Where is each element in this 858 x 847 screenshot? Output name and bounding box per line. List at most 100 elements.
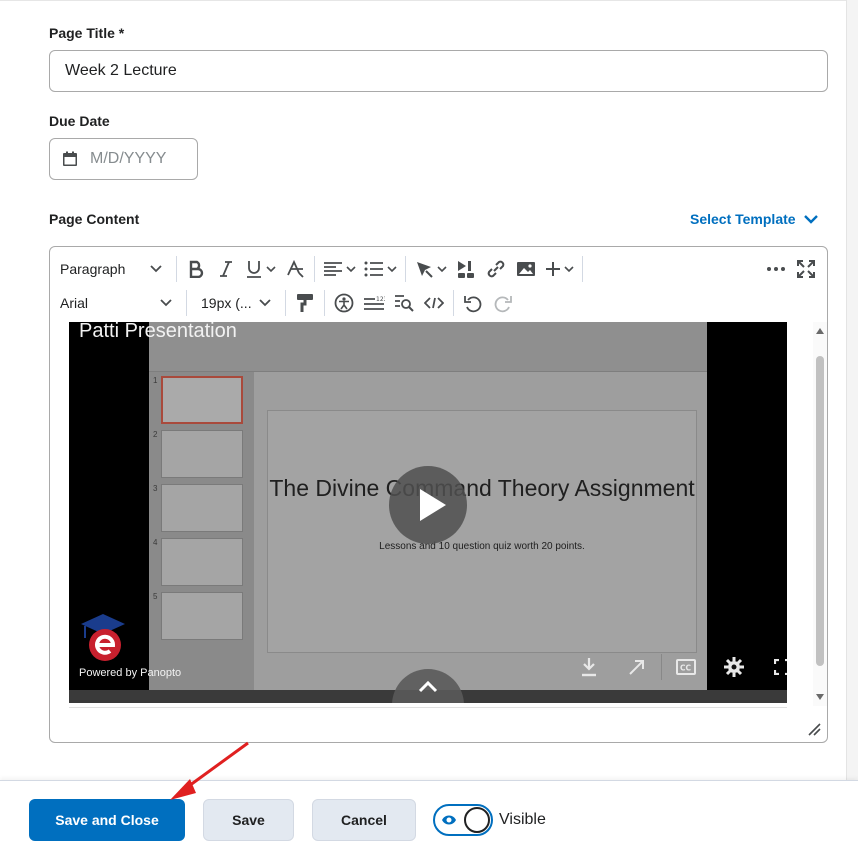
content-divider — [69, 707, 787, 708]
video-controls: CC — [565, 654, 787, 680]
italic-icon — [220, 261, 232, 277]
thumb-number: 3 — [153, 484, 158, 493]
fullscreen-button[interactable] — [791, 254, 821, 284]
italic-button[interactable] — [211, 254, 241, 284]
list-button[interactable] — [360, 254, 401, 284]
thumb-number: 2 — [153, 430, 158, 439]
select-template-button[interactable]: Select Template — [690, 211, 818, 227]
chevron-down-icon — [150, 265, 162, 273]
link-icon — [487, 260, 505, 278]
scroll-up-arrow[interactable] — [816, 328, 824, 334]
slide-thumbnails: 1 2 3 4 5 — [149, 372, 254, 703]
thumb-number: 5 — [153, 592, 158, 601]
image-button[interactable] — [511, 254, 541, 284]
select-template-label: Select Template — [690, 211, 796, 227]
align-left-icon — [324, 262, 342, 276]
link-button[interactable] — [481, 254, 511, 284]
format-block-value: Paragraph — [60, 261, 126, 277]
highlighter-icon — [417, 262, 433, 278]
find-replace-icon — [395, 295, 414, 312]
underline-icon — [247, 261, 261, 278]
chevron-down-icon — [266, 265, 276, 272]
font-size-value: 19px (... — [201, 295, 252, 311]
page-title-input[interactable]: Week 2 Lecture — [49, 50, 828, 92]
download-icon — [582, 658, 596, 677]
captions-icon: CC — [676, 659, 696, 675]
accessibility-icon — [334, 293, 354, 313]
svg-text:CC: CC — [680, 664, 692, 673]
bold-icon — [189, 260, 204, 278]
video-fullscreen-button[interactable] — [758, 654, 787, 680]
page-content-label: Page Content — [49, 211, 140, 227]
visible-label: Visible — [499, 811, 546, 828]
font-family-select[interactable]: Arial — [50, 288, 182, 318]
chevron-up-icon — [418, 681, 438, 693]
panopto-e-logo — [81, 614, 125, 661]
chevron-down-icon — [803, 215, 818, 224]
visibility-toggle[interactable] — [433, 804, 493, 836]
plus-icon — [546, 262, 560, 276]
format-painter-button[interactable] — [290, 288, 320, 318]
due-date-label: Due Date — [49, 113, 110, 129]
slide-thumbnail — [161, 484, 243, 532]
more-button[interactable] — [761, 254, 791, 284]
text-format-button[interactable] — [280, 254, 310, 284]
slide-thumbnail — [161, 376, 243, 424]
redo-button[interactable] — [488, 288, 518, 318]
paint-format-icon — [297, 294, 313, 312]
slide-thumbnail — [161, 592, 243, 640]
scroll-thumb[interactable] — [816, 356, 824, 666]
underline-button[interactable] — [241, 254, 280, 284]
slide-title: The Divine Command Theory Assignment — [269, 475, 695, 501]
bold-button[interactable] — [181, 254, 211, 284]
cancel-button[interactable]: Cancel — [312, 799, 416, 841]
fullscreen-icon — [797, 260, 815, 278]
settings-button[interactable] — [710, 654, 758, 680]
save-and-close-button[interactable]: Save and Close — [29, 799, 185, 841]
due-date-input[interactable]: M/D/YYYY — [49, 138, 198, 180]
open-external-button[interactable] — [613, 654, 661, 680]
scroll-down-arrow[interactable] — [816, 694, 824, 700]
editor-scrollbar[interactable] — [813, 322, 827, 706]
panopto-video-embed[interactable]: 1 2 3 4 5 The Divine Command Theory Assi… — [69, 322, 787, 703]
page-title-label: Page Title * — [49, 25, 125, 41]
captions-button[interactable]: CC — [662, 654, 710, 680]
toggle-knob — [464, 807, 490, 833]
chevron-down-icon — [437, 265, 447, 272]
redo-icon — [494, 296, 512, 313]
chevron-down-icon — [259, 299, 271, 307]
toolbar-separator — [324, 290, 325, 316]
download-button[interactable] — [565, 654, 613, 680]
word-count-button[interactable]: 123 — [359, 288, 389, 318]
toolbar-separator — [314, 256, 315, 282]
page-scrollbar[interactable] — [846, 0, 858, 780]
svg-text:123: 123 — [376, 296, 385, 303]
chevron-down-icon — [160, 299, 172, 307]
word-count-icon: 123 — [364, 296, 385, 310]
chevron-down-icon — [564, 265, 574, 272]
source-code-icon — [424, 297, 444, 309]
video-title: Patti Presentation — [79, 322, 237, 342]
find-replace-button[interactable] — [389, 288, 419, 318]
insert-stuff-button[interactable] — [410, 254, 451, 284]
undo-button[interactable] — [458, 288, 488, 318]
format-block-select[interactable]: Paragraph — [50, 254, 172, 284]
more-icon — [767, 267, 785, 271]
resize-handle-icon[interactable] — [807, 722, 821, 736]
save-button[interactable]: Save — [203, 799, 294, 841]
accessibility-checker-button[interactable] — [329, 288, 359, 318]
toolbar-separator — [405, 256, 406, 282]
calendar-icon — [63, 151, 77, 166]
toolbar-separator — [186, 290, 187, 316]
source-code-button[interactable] — [419, 288, 449, 318]
list-icon — [364, 261, 383, 277]
play-button[interactable] — [389, 466, 467, 544]
due-date-placeholder: M/D/YYYY — [90, 150, 167, 167]
html-editor[interactable]: Paragraph Arial 19px (... 12 1 2 3 4 5 T… — [49, 246, 828, 743]
slide-thumbnail — [161, 430, 243, 478]
toolbar-separator — [582, 256, 583, 282]
media-button[interactable] — [451, 254, 481, 284]
font-size-select[interactable]: 19px (... — [191, 288, 281, 318]
insert-more-button[interactable] — [541, 254, 578, 284]
align-button[interactable] — [319, 254, 360, 284]
